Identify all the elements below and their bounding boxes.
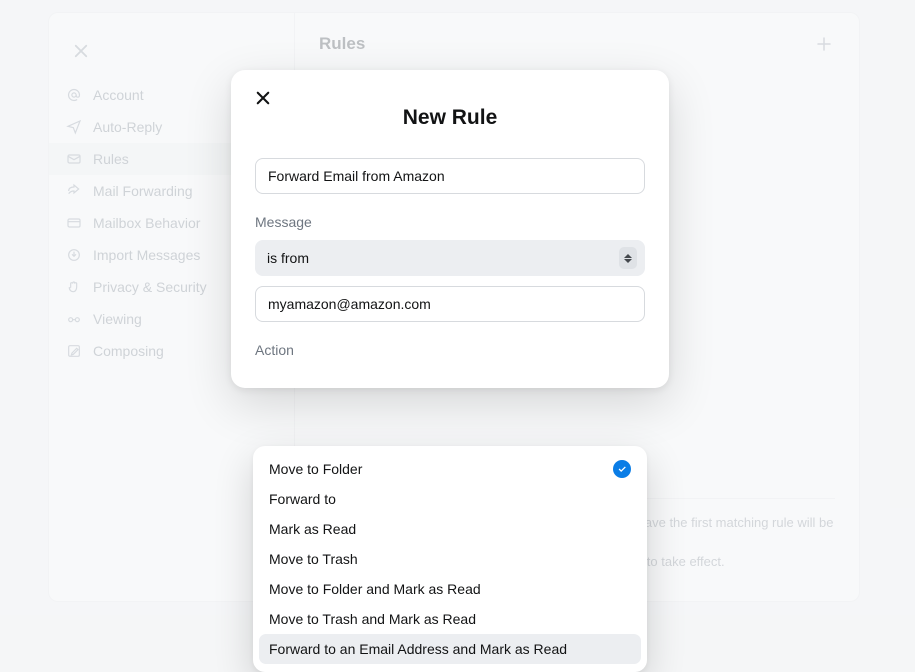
action-option-move-trash-read[interactable]: Move to Trash and Mark as Read (259, 604, 641, 634)
action-option-move-folder-read[interactable]: Move to Folder and Mark as Read (259, 574, 641, 604)
action-option-label: Forward to an Email Address and Mark as … (269, 641, 567, 657)
check-icon (613, 460, 631, 478)
action-option-label: Mark as Read (269, 521, 356, 537)
action-option-forward-email-read[interactable]: Forward to an Email Address and Mark as … (259, 634, 641, 664)
action-dropdown: Move to Folder Forward to Mark as Read M… (253, 446, 647, 672)
action-option-label: Move to Trash (269, 551, 358, 567)
rule-name-input[interactable] (255, 158, 645, 194)
action-section-label: Action (255, 342, 645, 358)
stepper-icon (619, 247, 637, 269)
action-option-label: Forward to (269, 491, 336, 507)
condition-type-value: is from (267, 250, 309, 266)
modal-title: New Rule (255, 106, 645, 130)
message-section-label: Message (255, 214, 645, 230)
condition-type-select[interactable]: is from (255, 240, 645, 276)
action-option-forward-to[interactable]: Forward to (259, 484, 641, 514)
action-option-mark-as-read[interactable]: Mark as Read (259, 514, 641, 544)
action-option-move-to-folder[interactable]: Move to Folder (259, 454, 641, 484)
action-option-label: Move to Folder and Mark as Read (269, 581, 481, 597)
condition-value-input[interactable] (255, 286, 645, 322)
rule-form: Message is from Action (255, 158, 645, 358)
action-option-move-to-trash[interactable]: Move to Trash (259, 544, 641, 574)
new-rule-modal: New Rule Message is from Action (231, 70, 669, 388)
close-icon (254, 89, 272, 107)
action-option-label: Move to Trash and Mark as Read (269, 611, 476, 627)
action-option-label: Move to Folder (269, 461, 362, 477)
